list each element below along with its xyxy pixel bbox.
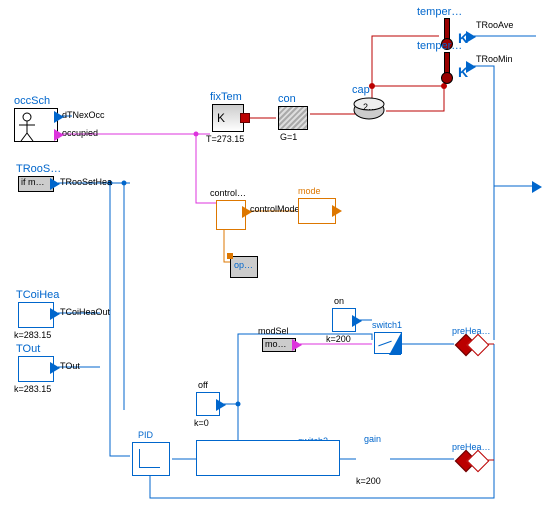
TRooSet-port — [50, 178, 60, 190]
TCoiHea-k: k=283.15 — [14, 330, 51, 340]
modSel-port — [292, 339, 302, 351]
mode-block — [298, 198, 336, 224]
occSch-port1 — [54, 111, 64, 123]
TOut-port — [50, 362, 60, 374]
TCoiHea-port — [50, 308, 60, 320]
tempMin-port — [466, 61, 476, 73]
occSch-label: occSch — [14, 95, 50, 107]
switch1-block — [374, 332, 402, 354]
TRooSet-block: if m… — [18, 176, 54, 192]
TOut-label: TOut — [16, 343, 40, 355]
tempMin-r: TRooMin — [476, 54, 513, 64]
TCoiHea-block — [18, 302, 54, 328]
tempMin-label: temper… — [417, 40, 462, 52]
person-icon — [15, 109, 57, 141]
gain-label: gain — [364, 434, 381, 444]
occSch-out1: dTNexOcc — [62, 110, 105, 120]
off-label: off — [198, 380, 208, 390]
control-out: controlMode — [250, 204, 300, 214]
occSch-block — [14, 108, 58, 142]
occSch-out2: occupied — [62, 128, 98, 138]
preHea1-label: preHea… — [452, 326, 491, 336]
gain-block — [360, 446, 386, 474]
con-foot: G=1 — [280, 132, 297, 142]
cap-foot: 2… — [363, 102, 377, 112]
TRooSet-out: TRooSetHea — [60, 177, 112, 187]
op-inport — [227, 253, 233, 259]
control-port — [242, 206, 252, 218]
PID-label: PID — [138, 430, 153, 440]
pid-container — [196, 440, 340, 476]
tempAve-port — [466, 31, 476, 43]
modSel-label: modSel — [258, 326, 289, 336]
tempMin-thermo — [439, 52, 453, 84]
fixTem-label: fixTem — [210, 91, 242, 103]
fixTem-port — [240, 113, 250, 123]
PID-block — [132, 442, 170, 476]
preHea2-label: preHea… — [452, 442, 491, 452]
TOut-out: TOut — [60, 361, 80, 371]
tempAve-r: TRooAve — [476, 20, 513, 30]
TOut-k: k=283.15 — [14, 384, 51, 394]
control-label: control… — [210, 188, 246, 198]
mode-port — [332, 205, 342, 217]
TOut-block — [18, 356, 54, 382]
bus-out-port — [532, 181, 542, 193]
on-k: k=200 — [326, 334, 351, 344]
modSel-sub: mo… — [263, 339, 287, 349]
fixTem-K: K — [217, 111, 225, 125]
on-port — [352, 315, 362, 327]
on-label: on — [334, 296, 344, 306]
con-label: con — [278, 93, 296, 105]
con-block — [278, 106, 308, 130]
mode-label: mode — [298, 186, 321, 196]
op-label: op… — [234, 260, 253, 270]
tempAve-label: temper… — [417, 6, 462, 18]
switch1-label: switch1 — [372, 320, 402, 330]
fixTem-foot: T=273.15 — [206, 134, 244, 144]
TRooSet-sub: if m… — [19, 177, 45, 187]
modSel-block: mo… — [262, 338, 296, 352]
diagram-canvas: occSch dTNexOcc occupied if m… TRooS… TR… — [0, 0, 545, 518]
TCoiHea-out: TCoiHeaOut — [60, 307, 110, 317]
gain-k: k=200 — [356, 476, 381, 486]
off-k: k=0 — [194, 418, 209, 428]
cap-label: cap — [352, 84, 370, 96]
occSch-port2 — [54, 129, 64, 141]
TCoiHea-label: TCoiHea — [16, 289, 59, 301]
off-port — [216, 399, 226, 411]
TRooSet-label: TRooS… — [16, 163, 61, 175]
